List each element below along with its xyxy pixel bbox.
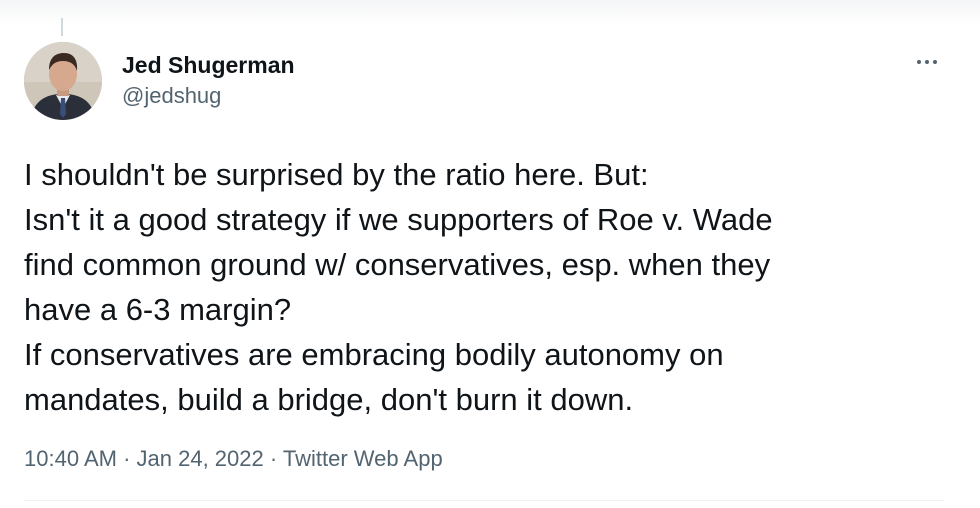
tweet-text-line: I shouldn't be surprised by the ratio he… xyxy=(24,157,649,192)
tweet: Jed Shugerman @jedshug I shouldn't be su… xyxy=(0,0,980,508)
tweet-source-link[interactable]: Twitter Web App xyxy=(283,446,443,471)
tweet-text: I shouldn't be surprised by the ratio he… xyxy=(24,152,954,422)
more-options-button[interactable] xyxy=(910,48,944,76)
tweet-text-line: Isn't it a good strategy if we supporter… xyxy=(24,202,773,237)
tweet-time: 10:40 AM xyxy=(24,446,117,471)
tweet-text-line: have a 6-3 margin? xyxy=(24,292,292,327)
meta-separator: · xyxy=(116,446,137,471)
ellipsis-icon-dot xyxy=(933,60,937,64)
tweet-text-line: find common ground w/ conservatives, esp… xyxy=(24,247,771,282)
thread-connector-line xyxy=(61,18,63,36)
author-handle[interactable]: @jedshug xyxy=(122,82,295,110)
meta-separator: · xyxy=(263,446,283,471)
avatar[interactable] xyxy=(24,42,102,120)
tweet-text-line: mandates, build a bridge, don't burn it … xyxy=(24,382,634,417)
ellipsis-icon-dot xyxy=(925,60,929,64)
author-block: Jed Shugerman @jedshug xyxy=(122,52,295,110)
tweet-date: Jan 24, 2022 xyxy=(136,446,264,471)
tweet-metadata: 10:40 AM · Jan 24, 2022 · Twitter Web Ap… xyxy=(24,444,443,474)
ellipsis-icon xyxy=(917,60,921,64)
avatar-portrait-icon xyxy=(24,42,102,120)
author-display-name[interactable]: Jed Shugerman xyxy=(122,52,295,78)
tweet-text-line: If conservatives are embracing bodily au… xyxy=(24,337,724,372)
tweet-timestamp-link[interactable]: 10:40 AM · Jan 24, 2022 xyxy=(24,446,264,471)
top-fade xyxy=(0,0,980,26)
divider xyxy=(24,500,944,501)
